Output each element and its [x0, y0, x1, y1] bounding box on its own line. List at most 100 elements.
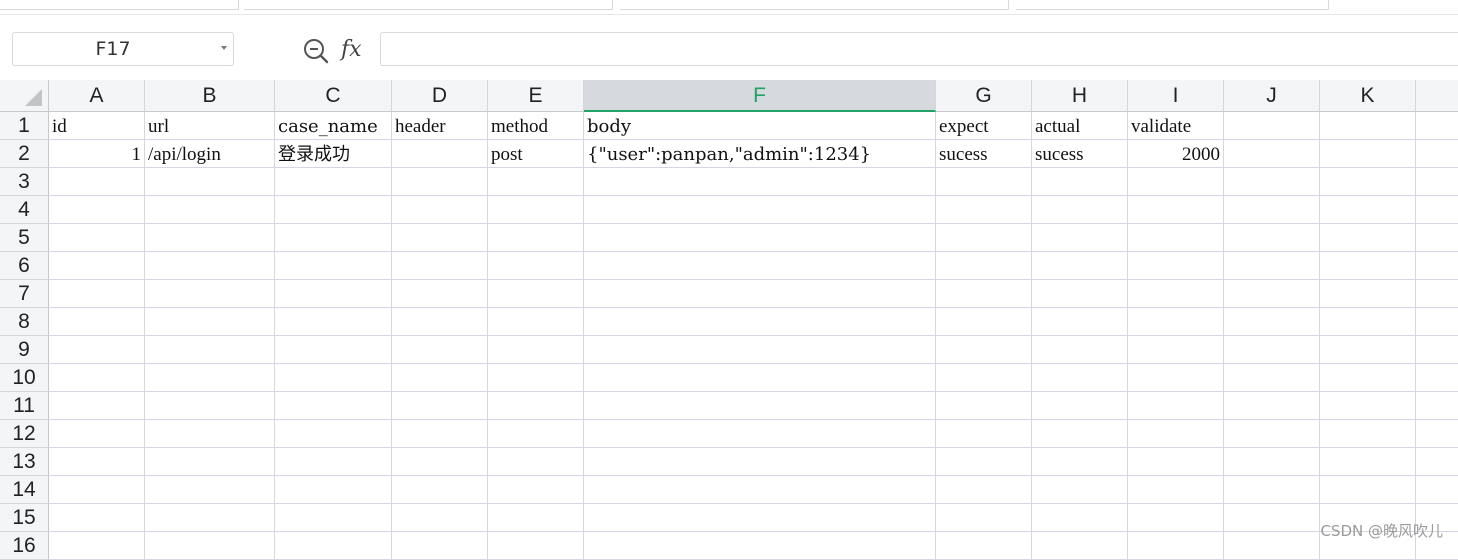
cell-f4[interactable] [584, 196, 936, 224]
cell-j7[interactable] [1224, 280, 1320, 308]
cell-b8[interactable] [145, 308, 275, 336]
cell-g8[interactable] [936, 308, 1032, 336]
cell-e3[interactable] [488, 168, 584, 196]
cell-b15[interactable] [145, 504, 275, 532]
cell-a13[interactable] [49, 448, 145, 476]
cell-d7[interactable] [392, 280, 488, 308]
cell-h15[interactable] [1032, 504, 1128, 532]
cell-f6[interactable] [584, 252, 936, 280]
column-header-c[interactable]: C [275, 80, 392, 112]
cell-b4[interactable] [145, 196, 275, 224]
cell-d8[interactable] [392, 308, 488, 336]
select-all-corner[interactable] [0, 80, 49, 112]
cell-c14[interactable] [275, 476, 392, 504]
cell-d6[interactable] [392, 252, 488, 280]
cell-g6[interactable] [936, 252, 1032, 280]
cell-filler[interactable] [1416, 280, 1458, 308]
cell-j14[interactable] [1224, 476, 1320, 504]
cell-f7[interactable] [584, 280, 936, 308]
cell-h11[interactable] [1032, 392, 1128, 420]
cell-h9[interactable] [1032, 336, 1128, 364]
cell-b10[interactable] [145, 364, 275, 392]
cell-e1[interactable]: method [488, 112, 584, 140]
cell-b16[interactable] [145, 532, 275, 560]
cell-g4[interactable] [936, 196, 1032, 224]
cell-filler[interactable] [1416, 448, 1458, 476]
cell-filler[interactable] [1416, 224, 1458, 252]
cell-filler[interactable] [1416, 364, 1458, 392]
cell-c9[interactable] [275, 336, 392, 364]
column-header-j[interactable]: J [1224, 80, 1320, 112]
cell-g9[interactable] [936, 336, 1032, 364]
cell-f10[interactable] [584, 364, 936, 392]
cell-h8[interactable] [1032, 308, 1128, 336]
column-header-b[interactable]: B [145, 80, 275, 112]
cell-c6[interactable] [275, 252, 392, 280]
cell-j11[interactable] [1224, 392, 1320, 420]
cell-j2[interactable] [1224, 140, 1320, 168]
cell-e6[interactable] [488, 252, 584, 280]
row-header-12[interactable]: 12 [0, 420, 49, 448]
cell-i12[interactable] [1128, 420, 1224, 448]
cell-f5[interactable] [584, 224, 936, 252]
cell-d2[interactable] [392, 140, 488, 168]
cell-i15[interactable] [1128, 504, 1224, 532]
cell-i9[interactable] [1128, 336, 1224, 364]
cell-k12[interactable] [1320, 420, 1416, 448]
row-header-13[interactable]: 13 [0, 448, 49, 476]
cell-filler[interactable] [1416, 336, 1458, 364]
chevron-down-icon[interactable] [221, 46, 227, 50]
cell-d12[interactable] [392, 420, 488, 448]
cell-i10[interactable] [1128, 364, 1224, 392]
cell-h1[interactable]: actual [1032, 112, 1128, 140]
cell-filler[interactable] [1416, 308, 1458, 336]
cell-i2[interactable]: 2000 [1128, 140, 1224, 168]
cell-j5[interactable] [1224, 224, 1320, 252]
cell-a11[interactable] [49, 392, 145, 420]
cell-j9[interactable] [1224, 336, 1320, 364]
cell-d11[interactable] [392, 392, 488, 420]
cell-c2[interactable]: 登录成功 [275, 140, 392, 168]
cell-i1[interactable]: validate [1128, 112, 1224, 140]
cell-e7[interactable] [488, 280, 584, 308]
cell-e5[interactable] [488, 224, 584, 252]
cell-i8[interactable] [1128, 308, 1224, 336]
cell-e8[interactable] [488, 308, 584, 336]
cell-filler[interactable] [1416, 140, 1458, 168]
cell-b1[interactable]: url [145, 112, 275, 140]
cell-e11[interactable] [488, 392, 584, 420]
cell-a15[interactable] [49, 504, 145, 532]
zoom-icon[interactable] [302, 37, 330, 65]
cell-k11[interactable] [1320, 392, 1416, 420]
cell-d3[interactable] [392, 168, 488, 196]
cell-i5[interactable] [1128, 224, 1224, 252]
cell-i16[interactable] [1128, 532, 1224, 560]
cell-filler[interactable] [1416, 168, 1458, 196]
cell-a8[interactable] [49, 308, 145, 336]
cell-a5[interactable] [49, 224, 145, 252]
cell-a16[interactable] [49, 532, 145, 560]
cell-i14[interactable] [1128, 476, 1224, 504]
cell-a2[interactable]: 1 [49, 140, 145, 168]
cell-c12[interactable] [275, 420, 392, 448]
cell-g10[interactable] [936, 364, 1032, 392]
cell-f15[interactable] [584, 504, 936, 532]
cell-c8[interactable] [275, 308, 392, 336]
cell-h7[interactable] [1032, 280, 1128, 308]
row-header-9[interactable]: 9 [0, 336, 49, 364]
cell-a4[interactable] [49, 196, 145, 224]
cell-d14[interactable] [392, 476, 488, 504]
cell-k6[interactable] [1320, 252, 1416, 280]
cell-j15[interactable] [1224, 504, 1320, 532]
cell-e9[interactable] [488, 336, 584, 364]
cell-k1[interactable] [1320, 112, 1416, 140]
cell-d16[interactable] [392, 532, 488, 560]
cell-k14[interactable] [1320, 476, 1416, 504]
cell-h13[interactable] [1032, 448, 1128, 476]
column-header-i[interactable]: I [1128, 80, 1224, 112]
cell-g2[interactable]: sucess [936, 140, 1032, 168]
cell-d15[interactable] [392, 504, 488, 532]
cell-i3[interactable] [1128, 168, 1224, 196]
cell-h6[interactable] [1032, 252, 1128, 280]
cell-c4[interactable] [275, 196, 392, 224]
